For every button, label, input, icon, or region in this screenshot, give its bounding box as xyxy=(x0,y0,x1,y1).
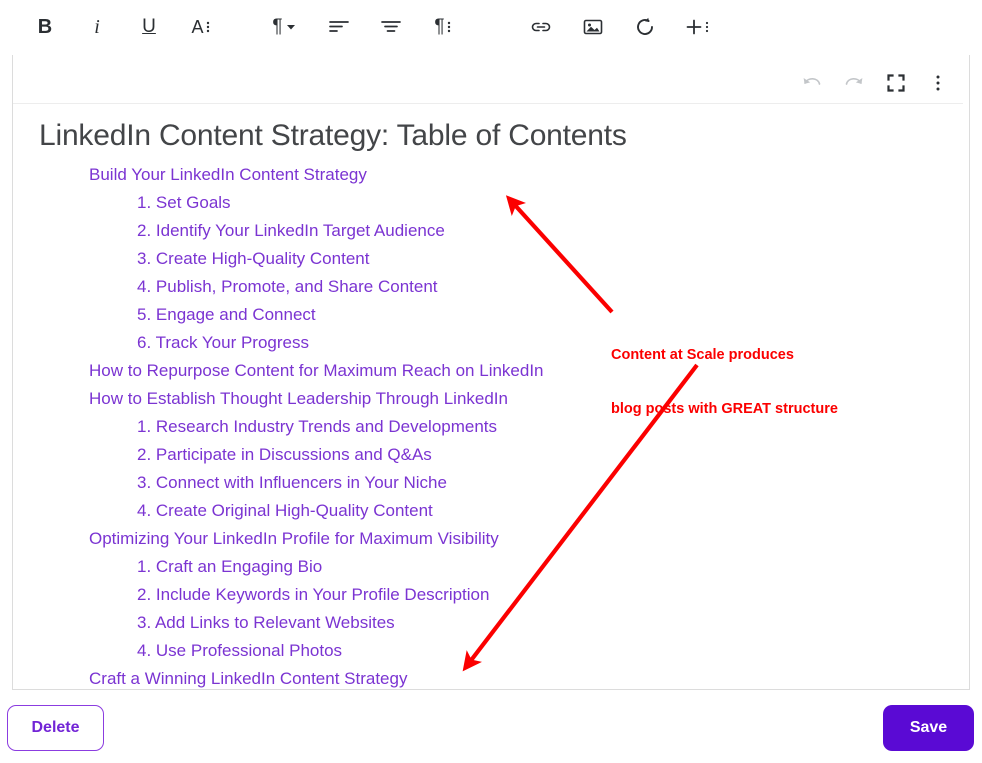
toc-link[interactable]: 5. Engage and Connect xyxy=(33,301,951,329)
more-menu-icon[interactable] xyxy=(917,62,959,104)
toc-link[interactable]: Optimizing Your LinkedIn Profile for Max… xyxy=(33,525,951,553)
toc-link[interactable]: 4. Create Original High-Quality Content xyxy=(33,497,951,525)
toc-link[interactable]: How to Establish Thought Leadership Thro… xyxy=(33,385,951,413)
bold-glyph: B xyxy=(37,15,53,38)
formatting-toolbar: B i U A ¶ ¶ xyxy=(0,0,982,54)
undo-icon[interactable] xyxy=(791,62,833,104)
toc-link[interactable]: How to Repurpose Content for Maximum Rea… xyxy=(33,357,951,385)
fullscreen-glyph xyxy=(887,74,905,92)
editor-page: B i U A ¶ ¶ LinkedIn Content Strategy: T… xyxy=(0,0,982,763)
italic-glyph: i xyxy=(94,15,100,38)
refresh-glyph xyxy=(637,17,653,35)
undo-glyph xyxy=(803,77,821,85)
underline-glyph: U xyxy=(142,16,156,37)
toc-link[interactable]: 3. Add Links to Relevant Websites xyxy=(33,609,951,637)
link-glyph xyxy=(531,22,551,32)
insert-more-icon[interactable] xyxy=(680,10,714,44)
plus-glyph xyxy=(686,19,701,35)
toc-link[interactable]: 6. Track Your Progress xyxy=(33,329,951,357)
fullscreen-icon[interactable] xyxy=(875,62,917,104)
editor-frame: LinkedIn Content Strategy: Table of Cont… xyxy=(12,55,970,690)
insert-image-icon[interactable] xyxy=(576,10,610,44)
bold-icon[interactable]: B xyxy=(28,10,62,44)
toc-link[interactable]: 1. Set Goals xyxy=(33,189,951,217)
kebab-glyph xyxy=(936,75,940,91)
page-title: LinkedIn Content Strategy: Table of Cont… xyxy=(39,119,627,152)
align-center-glyph xyxy=(381,21,401,32)
insert-link-icon[interactable] xyxy=(524,10,558,44)
paragraph-format-icon[interactable]: ¶ xyxy=(264,10,304,44)
pilcrow-more-glyph: ¶ xyxy=(434,16,445,37)
toc-link[interactable]: 1. Research Industry Trends and Developm… xyxy=(33,413,951,441)
toc-link[interactable]: Craft a Winning LinkedIn Content Strateg… xyxy=(33,665,951,689)
text-style-dots-icon xyxy=(206,21,209,33)
pilcrow-glyph: ¶ xyxy=(272,16,283,37)
redo-icon[interactable] xyxy=(833,62,875,104)
table-of-contents: Build Your LinkedIn Content Strategy 1. S… xyxy=(33,161,951,689)
underline-icon[interactable]: U xyxy=(132,10,166,44)
editor-action-bar xyxy=(791,61,959,105)
align-left-icon[interactable] xyxy=(322,10,356,44)
save-button[interactable]: Save xyxy=(883,705,974,751)
delete-button[interactable]: Delete xyxy=(7,705,104,751)
text-style-icon[interactable]: A xyxy=(184,10,218,44)
paragraph-more-dots-icon xyxy=(447,21,450,33)
redo-glyph xyxy=(845,77,863,85)
rewrite-icon[interactable] xyxy=(628,10,662,44)
italic-icon[interactable]: i xyxy=(80,10,114,44)
toc-link[interactable]: 3. Create High-Quality Content xyxy=(33,245,951,273)
align-left-glyph xyxy=(329,21,349,32)
image-glyph xyxy=(583,19,603,35)
toc-link[interactable]: 4. Use Professional Photos xyxy=(33,637,951,665)
toc-link[interactable]: 2. Include Keywords in Your Profile Desc… xyxy=(33,581,951,609)
insert-more-dots-icon xyxy=(705,21,708,33)
toc-link[interactable]: 4. Publish, Promote, and Share Content xyxy=(33,273,951,301)
document-body[interactable]: LinkedIn Content Strategy: Table of Cont… xyxy=(13,104,969,689)
align-center-icon[interactable] xyxy=(374,10,408,44)
toc-link[interactable]: 1. Craft an Engaging Bio xyxy=(33,553,951,581)
paragraph-more-icon[interactable]: ¶ xyxy=(426,10,460,44)
chevron-down-icon xyxy=(286,25,295,30)
toc-link[interactable]: Build Your LinkedIn Content Strategy xyxy=(33,161,951,189)
toc-link[interactable]: 2. Identify Your LinkedIn Target Audienc… xyxy=(33,217,951,245)
text-style-glyph: A xyxy=(191,16,204,37)
toc-link[interactable]: 3. Connect with Influencers in Your Nich… xyxy=(33,469,951,497)
toc-link[interactable]: 2. Participate in Discussions and Q&As xyxy=(33,441,951,469)
